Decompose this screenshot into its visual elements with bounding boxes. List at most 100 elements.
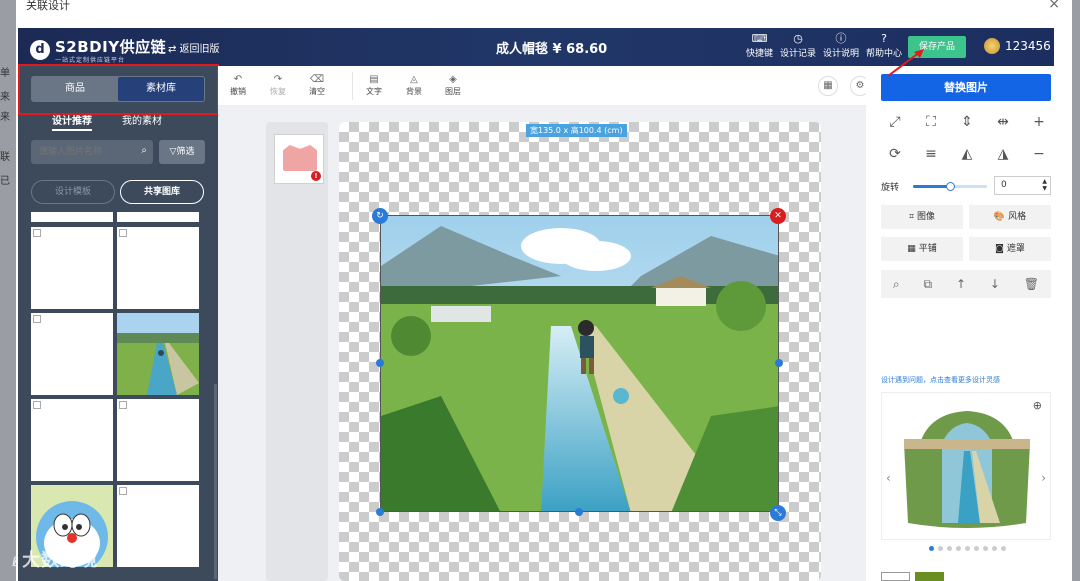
- help-center-label: 帮助中心: [866, 49, 903, 59]
- resize-handle[interactable]: [775, 359, 783, 367]
- flip-vertical-icon[interactable]: ◮: [989, 140, 1017, 168]
- flip-horizontal-icon[interactable]: ◭: [953, 140, 981, 168]
- crop-icon: ⌗: [908, 212, 915, 222]
- save-product-button[interactable]: 保存产品: [908, 36, 966, 58]
- fill-canvas-icon[interactable]: ⛶: [917, 108, 945, 136]
- design-image[interactable]: [380, 215, 779, 512]
- rotate-slider[interactable]: [913, 182, 987, 191]
- filter-button[interactable]: ▽筛选: [159, 140, 205, 164]
- design-help-link[interactable]: 设计遇到问题，点击查看更多设计灵感: [881, 375, 1000, 385]
- clear-button[interactable]: ⌫ 清空: [309, 74, 325, 97]
- carousel-dot[interactable]: [965, 546, 970, 551]
- text-button[interactable]: ▤ 文字: [366, 74, 382, 97]
- background-text: 联: [0, 152, 10, 163]
- rotate-label: 旋转: [881, 183, 900, 193]
- carousel-dot[interactable]: [956, 546, 961, 551]
- material-panel: 商品 素材库 设计推荐 我的素材 ⌕ ▽筛选 设计模板 共享图库: [18, 66, 218, 581]
- rotate-45-icon[interactable]: ⟳: [881, 140, 909, 168]
- material-thumbnail[interactable]: [117, 227, 199, 309]
- stepper-icon[interactable]: ▲ ▼: [1042, 178, 1047, 192]
- search-input[interactable]: [31, 140, 131, 164]
- design-history-button[interactable]: ◷ 设计记录: [780, 33, 816, 60]
- carousel-dot[interactable]: [929, 546, 934, 551]
- logo-text: S2BDIY供应链: [55, 38, 167, 56]
- layers-icon: ◈: [449, 74, 457, 85]
- keyboard-icon: ⌨: [751, 32, 768, 45]
- trash-icon[interactable]: 🗑: [1024, 277, 1039, 291]
- broken-image-icon: [33, 401, 41, 409]
- zoom-in-icon[interactable]: ⊕: [1033, 399, 1042, 412]
- tile-button[interactable]: ▦ 平铺: [881, 237, 963, 261]
- move-up-icon[interactable]: ↑: [956, 277, 966, 291]
- material-thumbnail[interactable]: [31, 399, 113, 481]
- rotate-slider-knob[interactable]: [946, 182, 955, 191]
- image-label: 图像: [917, 212, 936, 222]
- help-center-button[interactable]: ? 帮助中心: [866, 32, 903, 60]
- broken-image-icon: [33, 229, 41, 237]
- chevron-right-icon[interactable]: ›: [1041, 471, 1046, 485]
- carousel-dot[interactable]: [974, 546, 979, 551]
- mask-button[interactable]: ◙ 遮罩: [969, 237, 1051, 261]
- logo-icon: d: [30, 40, 50, 60]
- scale-handle-icon[interactable]: ⤡: [770, 505, 786, 521]
- color-swatch[interactable]: [915, 572, 944, 581]
- close-icon[interactable]: ×: [1048, 0, 1060, 12]
- carousel-dot[interactable]: [992, 546, 997, 551]
- background-button[interactable]: ◬ 背景: [406, 74, 422, 97]
- canvas-area: ! 宽135.0 x 高100.4 (cm) ↻ ✕ ⤡: [218, 106, 866, 581]
- design-guide-button[interactable]: ⓘ 设计说明: [823, 33, 859, 60]
- fit-canvas-icon[interactable]: ⤢: [881, 108, 909, 136]
- design-modal: 关联设计 × d S2BDIY供应链 一站式定制供应链平台 ⇄ 返回旧版 成人帽…: [16, 0, 1072, 581]
- design-canvas[interactable]: 宽135.0 x 高100.4 (cm) ↻ ✕ ⤡: [339, 122, 821, 581]
- help-icon: ?: [881, 32, 887, 45]
- carousel-dot[interactable]: [947, 546, 952, 551]
- eraser-icon: ⌫: [309, 74, 325, 85]
- chevron-left-icon[interactable]: ‹: [886, 471, 891, 485]
- product-view-thumbnail[interactable]: !: [274, 134, 324, 184]
- color-swatch[interactable]: [881, 572, 910, 581]
- design-template-button[interactable]: 设计模板: [31, 180, 115, 204]
- material-thumbnail[interactable]: [117, 399, 199, 481]
- rotate-slider-fill: [913, 185, 950, 188]
- rotate-handle-icon[interactable]: ↻: [372, 208, 388, 224]
- copy-icon[interactable]: ⧉: [924, 277, 933, 292]
- image-button[interactable]: ⌗ 图像: [881, 205, 963, 229]
- search-icon[interactable]: ⌕: [893, 277, 900, 292]
- fit-height-icon[interactable]: ⇕: [953, 108, 981, 136]
- carousel-dot[interactable]: [983, 546, 988, 551]
- material-thumbnail[interactable]: [31, 212, 113, 222]
- watermark-text: 大数跨境: [22, 550, 99, 571]
- redo-button[interactable]: ↷ 恢复: [270, 74, 286, 97]
- replace-image-button[interactable]: 替换图片: [881, 74, 1051, 101]
- resize-handle[interactable]: [376, 508, 384, 516]
- logo: d S2BDIY供应链 一站式定制供应链平台: [30, 36, 166, 64]
- fit-width-icon[interactable]: ⇹: [989, 108, 1017, 136]
- material-thumbnail-selected[interactable]: [117, 313, 199, 395]
- resize-handle[interactable]: [575, 508, 583, 516]
- delete-icon[interactable]: ✕: [770, 208, 786, 224]
- carousel-dots: [929, 546, 1006, 551]
- user-menu[interactable]: 123456 ∨: [984, 38, 1061, 54]
- resize-handle[interactable]: [376, 359, 384, 367]
- carousel-dot[interactable]: [1001, 546, 1006, 551]
- rotate-input[interactable]: 0 ▲ ▼: [994, 176, 1051, 195]
- material-thumbnail[interactable]: [31, 227, 113, 309]
- undo-label: 撤销: [230, 87, 246, 96]
- style-button[interactable]: 🎨 风格: [969, 205, 1051, 229]
- search-icon[interactable]: ⌕: [141, 145, 147, 156]
- shortcuts-button[interactable]: ⌨ 快捷键: [746, 32, 773, 60]
- shared-gallery-button[interactable]: 共享图库: [120, 180, 204, 204]
- back-to-old-version-button[interactable]: ⇄ 返回旧版: [168, 40, 220, 55]
- undo-button[interactable]: ↶ 撤销: [230, 74, 246, 97]
- material-thumbnail[interactable]: [31, 313, 113, 395]
- zoom-in-icon[interactable]: +: [1025, 108, 1053, 136]
- move-down-icon[interactable]: ↓: [990, 277, 1000, 291]
- panel-scrollbar[interactable]: [214, 384, 217, 579]
- layers-button[interactable]: ◈ 图层: [445, 74, 461, 97]
- carousel-dot[interactable]: [938, 546, 943, 551]
- center-icon[interactable]: ≡: [917, 140, 945, 168]
- zoom-out-icon[interactable]: −: [1025, 140, 1053, 168]
- material-thumbnail[interactable]: [117, 212, 199, 222]
- grid-icon[interactable]: ▦: [818, 76, 838, 96]
- material-thumbnail[interactable]: [117, 485, 199, 567]
